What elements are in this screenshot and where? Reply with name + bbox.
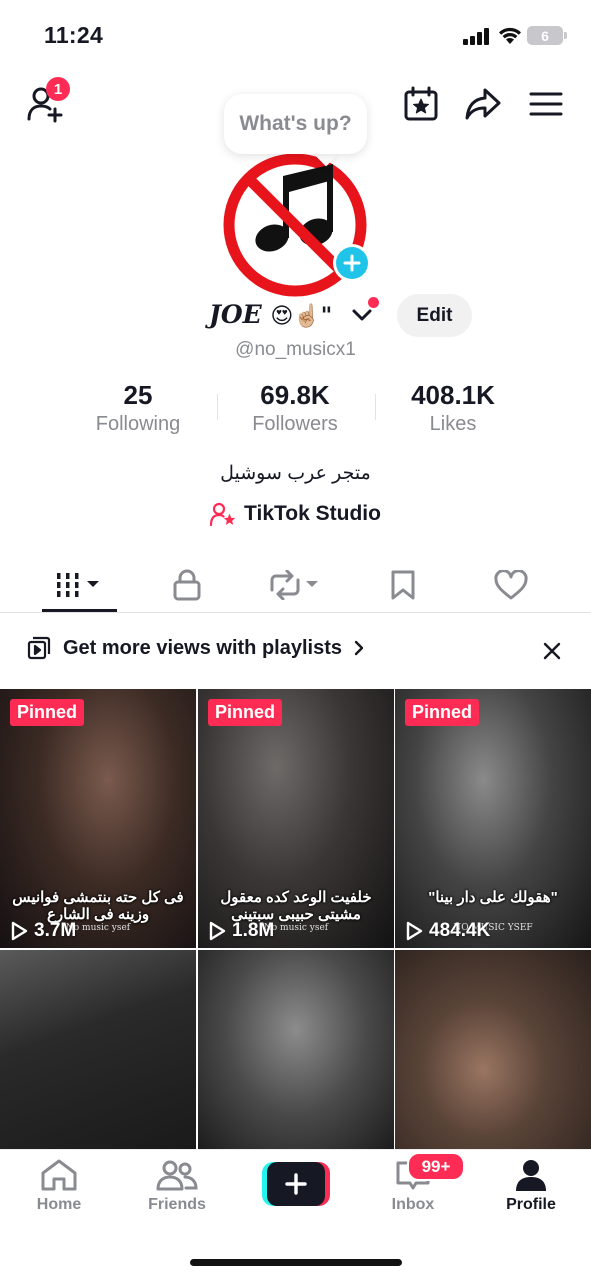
inbox-badge: 99+	[407, 1152, 465, 1181]
play-icon	[11, 921, 28, 941]
nav-friends-label: Friends	[148, 1196, 206, 1213]
profile-name-emoji: 😍☝🏼"	[270, 304, 333, 329]
friends-icon	[156, 1160, 198, 1191]
lock-icon	[173, 569, 201, 601]
followers-label: Followers	[252, 413, 338, 435]
chevron-down-icon[interactable]	[351, 306, 373, 322]
profile-bio: متجر عرب سوشيل	[220, 463, 371, 484]
video-thumbnail[interactable]: Pinned فى كل حته بنتمشى فوانيس وزينه فى …	[0, 689, 196, 948]
profile-icon	[516, 1160, 546, 1191]
play-icon	[209, 921, 226, 941]
playlist-banner-text: Get more views with playlists	[63, 636, 342, 659]
create-button[interactable]	[262, 1162, 330, 1206]
create-button-face	[267, 1162, 325, 1206]
video-thumbnail[interactable]	[395, 950, 591, 1149]
view-count: 1.8M	[208, 920, 274, 942]
play-icon	[406, 921, 423, 941]
tiktok-studio-link[interactable]: TikTok Studio	[0, 502, 591, 526]
studio-person-star-icon	[210, 502, 236, 526]
pinned-badge: Pinned	[10, 699, 85, 726]
view-count-text: 3.7M	[34, 920, 77, 941]
battery-cap	[564, 32, 567, 39]
tab-favorites[interactable]	[344, 560, 462, 610]
followers-count: 69.8K	[260, 380, 330, 410]
notification-dot	[368, 297, 379, 308]
tiktok-studio-label: TikTok Studio	[244, 502, 381, 525]
calendar-button[interactable]	[400, 84, 442, 124]
playlist-banner[interactable]: Get more views with playlists	[27, 636, 364, 660]
battery-level: 6	[541, 27, 549, 44]
hamburger-menu-icon	[529, 92, 563, 116]
stat-followers[interactable]: 69.8K Followers	[215, 380, 375, 436]
nav-profile-label: Profile	[506, 1196, 556, 1213]
add-avatar-button[interactable]	[333, 244, 371, 282]
status-time: 11:24	[44, 22, 104, 48]
video-caption: "هقولك على دار بينا"	[428, 889, 558, 906]
edit-profile-button[interactable]: Edit	[397, 294, 472, 337]
view-count-text: 484.4K	[429, 920, 491, 941]
videos-grid-icon	[57, 573, 99, 597]
username-handle: @no_musicx1	[235, 339, 356, 360]
nav-profile[interactable]: Profile	[476, 1158, 586, 1214]
following-label: Following	[95, 413, 181, 435]
repost-icon	[270, 570, 318, 600]
home-icon	[41, 1159, 77, 1191]
tabs-divider	[0, 612, 591, 613]
view-count: 484.4K	[405, 920, 490, 942]
tab-reposts[interactable]	[236, 560, 354, 610]
nav-home-label: Home	[36, 1196, 82, 1213]
stat-following[interactable]: 25 Following	[58, 380, 218, 436]
view-count: 3.7M	[10, 920, 76, 942]
video-thumbnail[interactable]	[198, 950, 394, 1149]
likes-count: 408.1K	[411, 380, 495, 410]
video-caption: خلفيت الوعد كده معقول مشيتى حبيبى سبتينى	[220, 889, 372, 923]
likes-label: Likes	[429, 413, 477, 435]
tab-videos[interactable]	[21, 560, 139, 610]
status-bubble[interactable]: What's up?	[224, 94, 367, 154]
bookmark-icon	[391, 570, 415, 600]
heart-icon	[494, 570, 528, 600]
tab-private[interactable]	[128, 560, 246, 610]
friend-request-badge: 1	[46, 77, 70, 101]
tab-liked[interactable]	[452, 560, 570, 610]
video-caption: فى كل حته بنتمشى فوانيس وزينه فى الشارع	[12, 889, 184, 923]
share-profile-button[interactable]	[462, 84, 504, 124]
stat-likes[interactable]: 408.1K Likes	[373, 380, 533, 436]
nav-home[interactable]: Home	[4, 1158, 114, 1214]
calendar-star-icon	[404, 86, 438, 121]
video-thumbnail[interactable]: Pinned خلفيت الوعد كده معقول مشيتى حبيبى…	[198, 689, 394, 948]
plus-circle-icon	[336, 247, 368, 279]
menu-button[interactable]	[526, 86, 566, 122]
following-count: 25	[123, 380, 153, 410]
home-indicator	[190, 1259, 402, 1266]
cellular-signal-icon	[463, 28, 489, 45]
plus-icon	[285, 1173, 307, 1195]
pinned-badge: Pinned	[208, 699, 283, 726]
pinned-badge: Pinned	[405, 699, 480, 726]
close-icon[interactable]	[543, 642, 561, 660]
view-count-text: 1.8M	[232, 920, 275, 941]
nav-friends[interactable]: Friends	[122, 1158, 232, 1214]
video-thumbnail[interactable]	[0, 950, 196, 1149]
battery-icon: 6	[527, 26, 563, 45]
video-thumbnail[interactable]: Pinned "هقولك على دار بينا" NO MUSIC YSE…	[395, 689, 591, 948]
share-arrow-icon	[465, 88, 501, 120]
profile-name[interactable]: JOE 😍☝🏼"	[209, 300, 332, 329]
profile-name-text: JOE	[209, 300, 262, 329]
playlist-icon	[27, 636, 51, 660]
chevron-right-icon	[354, 640, 364, 656]
nav-inbox-label: Inbox	[391, 1196, 435, 1213]
wifi-icon	[499, 27, 521, 44]
